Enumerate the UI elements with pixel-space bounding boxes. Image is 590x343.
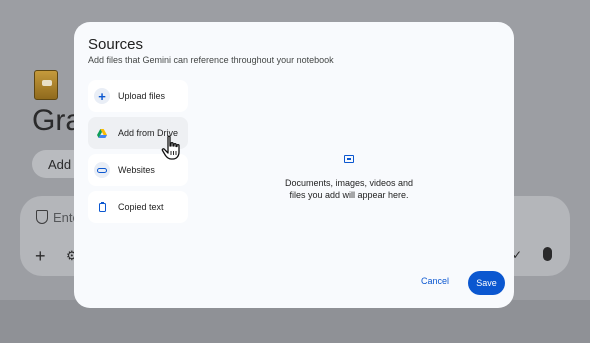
plus-icon: +: [35, 246, 46, 266]
dialog-subtitle: Add files that Gemini can reference thro…: [88, 55, 334, 65]
sources-dialog: Sources Add files that Gemini can refere…: [74, 22, 514, 308]
clipboard-icon: [94, 199, 110, 215]
copied-text-option[interactable]: Copied text: [88, 191, 188, 223]
plus-icon: +: [94, 88, 110, 104]
google-drive-icon: [94, 125, 110, 141]
sources-icon: [344, 155, 354, 163]
option-label: Copied text: [118, 202, 164, 212]
upload-files-option[interactable]: + Upload files: [88, 80, 188, 112]
cancel-button[interactable]: Cancel: [421, 276, 449, 286]
notebook-icon: [34, 70, 58, 100]
save-button[interactable]: Save: [468, 271, 505, 295]
option-label: Websites: [118, 165, 155, 175]
hand-cursor-icon: [161, 135, 180, 160]
empty-state-text: Documents, images, videos and files you …: [284, 178, 414, 200]
shield-icon: [36, 210, 48, 224]
link-icon: [94, 162, 110, 178]
empty-state: Documents, images, videos and files you …: [274, 150, 424, 201]
option-label: Upload files: [118, 91, 166, 101]
microphone-icon: [543, 247, 552, 261]
dialog-title: Sources: [88, 36, 144, 53]
